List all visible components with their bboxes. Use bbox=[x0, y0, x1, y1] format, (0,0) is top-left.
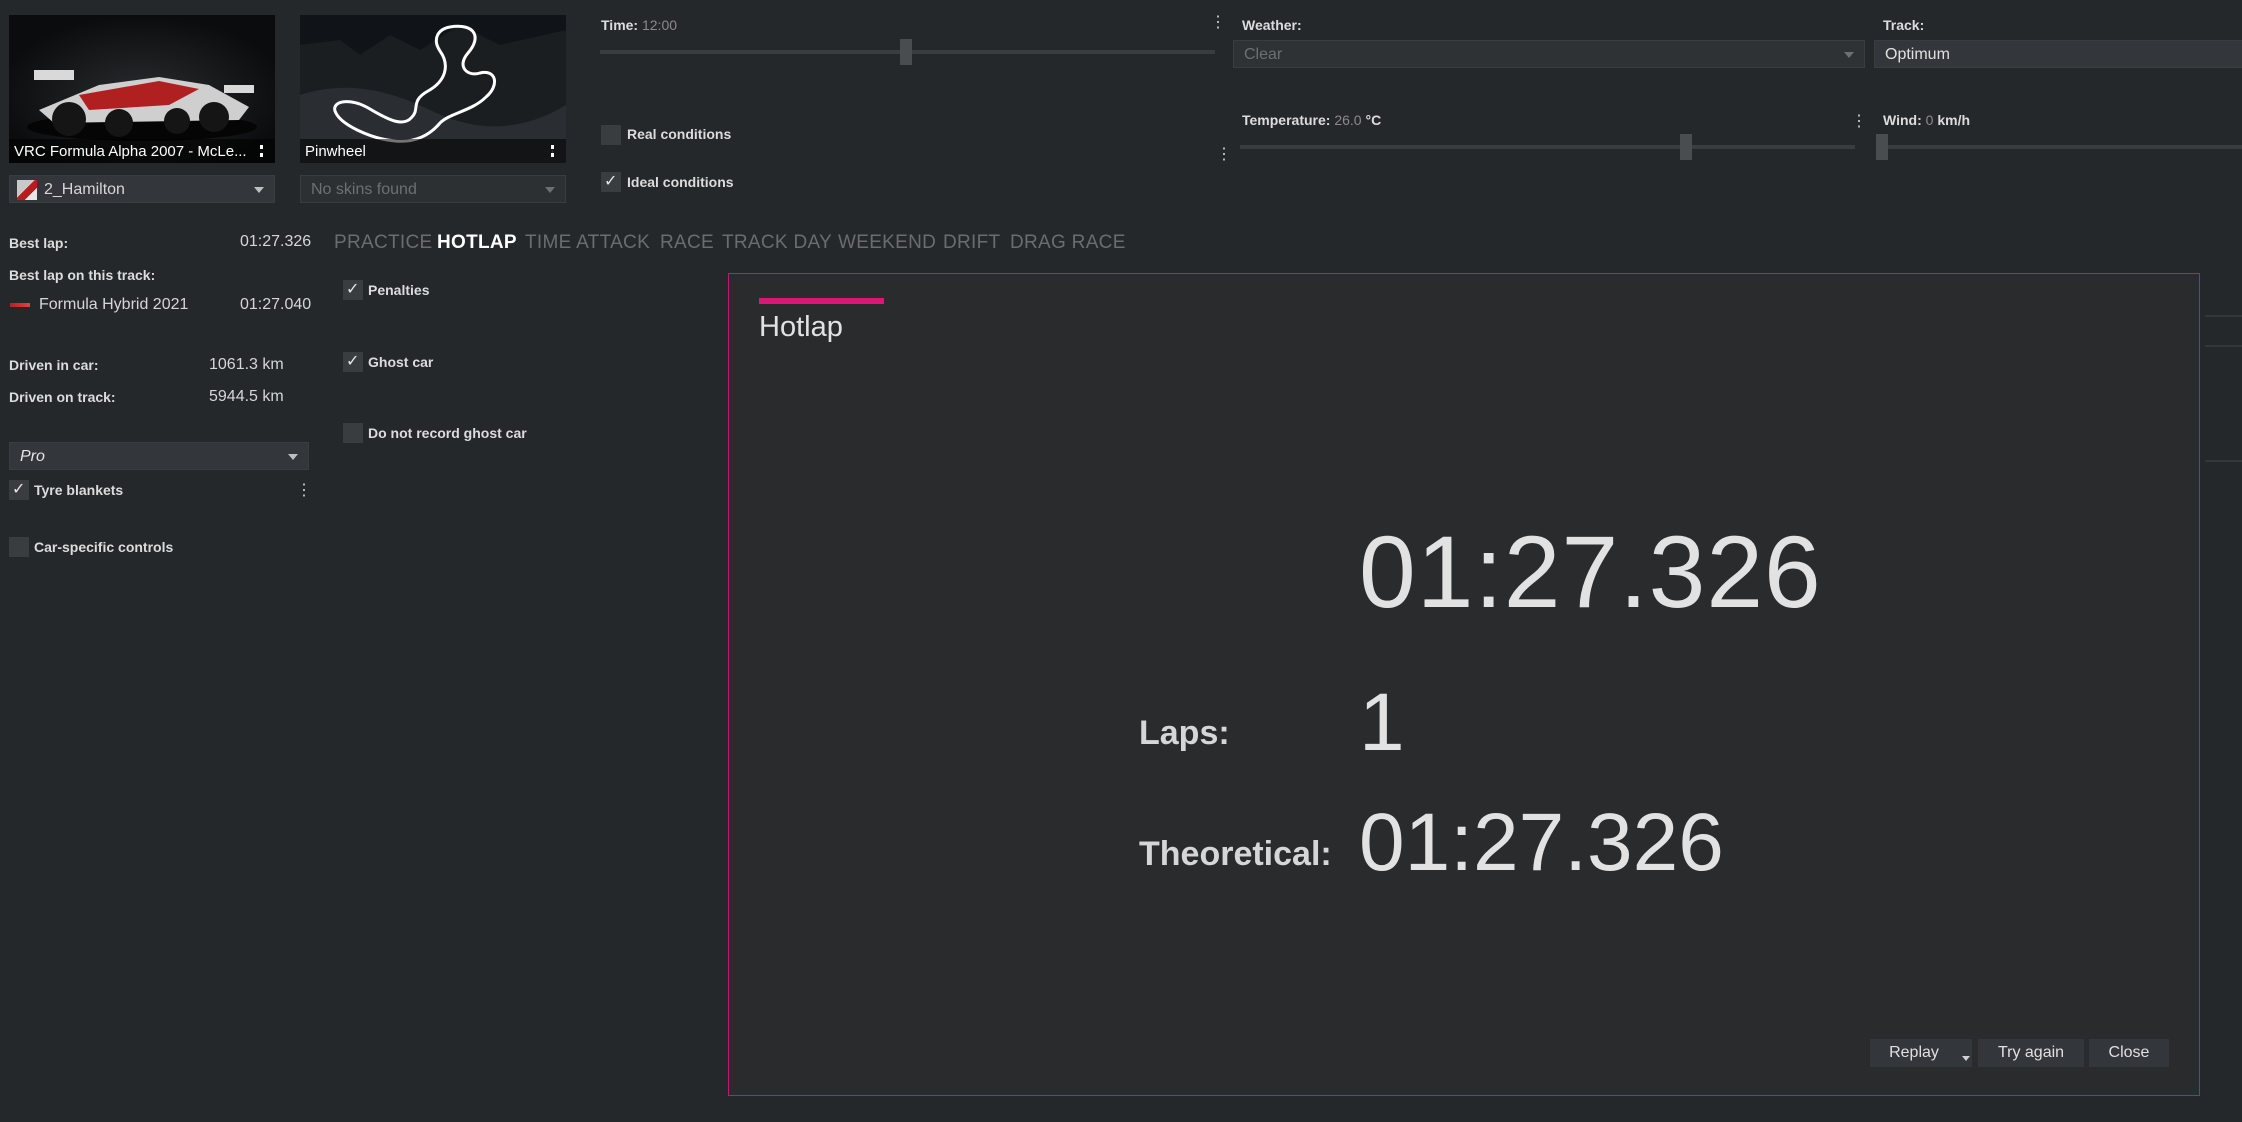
track-preview[interactable]: Pinwheel bbox=[300, 15, 566, 163]
check-icon: ✓ bbox=[12, 481, 26, 498]
best-on-track-label: Best lap on this track: bbox=[9, 267, 156, 283]
driven-track-value: 5944.5 km bbox=[209, 388, 284, 405]
wind-slider-thumb[interactable] bbox=[1876, 134, 1888, 160]
weather-menu-icon[interactable]: ⋮ bbox=[1216, 147, 1232, 163]
best-on-track-value: 01:27.040 bbox=[240, 296, 312, 313]
temperature-menu-icon[interactable]: ⋮ bbox=[1851, 114, 1867, 130]
best-on-track-car: Formula Hybrid 2021 bbox=[39, 296, 189, 313]
check-icon: ✓ bbox=[346, 353, 360, 370]
car-specific-label: Car-specific controls bbox=[34, 539, 174, 555]
driven-car-value: 1061.3 km bbox=[209, 356, 284, 373]
tyre-blankets-checkbox[interactable]: ✓ bbox=[9, 480, 29, 500]
replay-button[interactable]: Replay bbox=[1870, 1039, 1972, 1067]
weather-label: Weather: bbox=[1242, 17, 1302, 33]
track-state-select[interactable]: Optimum bbox=[1874, 40, 2242, 68]
background-divider bbox=[2205, 345, 2242, 347]
penalties-checkbox[interactable]: ✓ bbox=[343, 280, 363, 300]
laps-label: Laps: bbox=[1139, 714, 1230, 752]
ideal-conditions-checkbox[interactable]: ✓ bbox=[601, 172, 621, 192]
chevron-down-icon bbox=[288, 454, 298, 460]
no-record-ghost-checkbox[interactable] bbox=[343, 423, 363, 443]
real-conditions-checkbox[interactable] bbox=[601, 125, 621, 145]
dialog-accent-bar bbox=[759, 298, 884, 304]
assists-menu-icon[interactable]: ⋮ bbox=[296, 483, 312, 499]
ghost-car-checkbox[interactable]: ✓ bbox=[343, 352, 363, 372]
dialog-title: Hotlap bbox=[759, 311, 843, 343]
car-menu-icon[interactable] bbox=[260, 145, 266, 157]
driven-car-label: Driven in car: bbox=[9, 357, 99, 373]
skin-livery-icon bbox=[17, 180, 37, 200]
chevron-down-icon bbox=[1844, 52, 1854, 58]
background-divider bbox=[2205, 460, 2242, 462]
laps-value: 1 bbox=[1359, 677, 1405, 768]
best-time-value: 01:27.326 bbox=[1359, 515, 1822, 629]
tyre-blankets-label: Tyre blankets bbox=[34, 482, 124, 498]
hotlap-results-dialog: Hotlap 01:27.326 Laps: 1 Theoretical: 01… bbox=[728, 273, 2200, 1096]
track-name: Pinwheel bbox=[305, 143, 366, 160]
tab-track-day[interactable]: TRACK DAY bbox=[722, 232, 832, 254]
track-skin-select: No skins found bbox=[300, 175, 566, 203]
close-button[interactable]: Close bbox=[2089, 1039, 2169, 1067]
best-lap-value: 01:27.326 bbox=[240, 233, 312, 250]
temperature-slider-track[interactable] bbox=[1240, 145, 1855, 149]
tab-drag-race[interactable]: DRAG RACE bbox=[1010, 232, 1126, 254]
car-skin-select[interactable]: 2_Hamilton bbox=[9, 175, 275, 203]
tab-practice[interactable]: PRACTICE bbox=[334, 232, 432, 254]
wind-slider-track[interactable] bbox=[1880, 145, 2242, 149]
best-lap-label: Best lap: bbox=[9, 235, 69, 251]
theoretical-value: 01:27.326 bbox=[1359, 797, 1724, 888]
penalties-label: Penalties bbox=[368, 282, 430, 298]
time-menu-icon[interactable]: ⋮ bbox=[1210, 15, 1226, 31]
real-conditions-label: Real conditions bbox=[627, 126, 732, 142]
wind-label: Wind: 0 km/h bbox=[1883, 112, 1971, 128]
track-menu-icon[interactable] bbox=[551, 145, 557, 157]
check-icon: ✓ bbox=[346, 281, 360, 298]
temperature-label: Temperature: 26.0 °C bbox=[1242, 112, 1382, 128]
chevron-down-icon bbox=[254, 187, 264, 193]
ideal-conditions-label: Ideal conditions bbox=[627, 174, 734, 190]
chevron-down-icon bbox=[545, 187, 555, 193]
tab-race[interactable]: RACE bbox=[660, 232, 714, 254]
theoretical-label: Theoretical: bbox=[1139, 835, 1332, 873]
try-again-button[interactable]: Try again bbox=[1978, 1039, 2084, 1067]
replay-dropdown-icon[interactable] bbox=[1962, 1056, 1970, 1061]
tab-drift[interactable]: DRIFT bbox=[943, 232, 1000, 254]
temperature-slider-thumb[interactable] bbox=[1680, 134, 1692, 160]
ghost-car-label: Ghost car bbox=[368, 354, 434, 370]
brand-logo-icon bbox=[10, 303, 30, 307]
tab-time-attack[interactable]: TIME ATTACK bbox=[525, 232, 650, 254]
track-state-label: Track: bbox=[1883, 17, 1925, 33]
assists-preset-select[interactable]: Pro bbox=[9, 442, 309, 470]
car-preview[interactable]: VRC Formula Alpha 2007 - McLe... bbox=[9, 15, 275, 163]
background-divider bbox=[2205, 315, 2242, 317]
weather-select[interactable]: Clear bbox=[1233, 40, 1865, 68]
tab-weekend[interactable]: WEEKEND bbox=[838, 232, 936, 254]
tab-hotlap[interactable]: HOTLAP bbox=[437, 232, 517, 254]
car-specific-checkbox[interactable] bbox=[9, 537, 29, 557]
car-name: VRC Formula Alpha 2007 - McLe... bbox=[14, 143, 247, 160]
check-icon: ✓ bbox=[604, 173, 618, 190]
time-slider-thumb[interactable] bbox=[900, 39, 912, 65]
no-record-ghost-label: Do not record ghost car bbox=[368, 425, 527, 441]
driven-track-label: Driven on track: bbox=[9, 389, 116, 405]
time-label: Time: 12:00 bbox=[601, 17, 678, 33]
